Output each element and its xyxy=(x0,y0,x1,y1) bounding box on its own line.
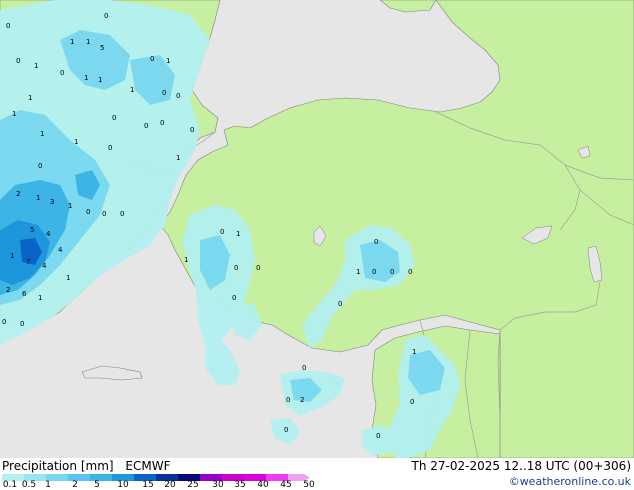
map-title-label: Precipitation [mm] xyxy=(2,459,114,473)
legend-tick-label: 2 xyxy=(72,480,78,490)
precip-value: 0 xyxy=(160,119,164,127)
precip-value: 0 xyxy=(20,320,24,328)
precip-value: 1 xyxy=(66,274,70,282)
legend-tick-label: 20 xyxy=(164,480,176,490)
precip-value: 0 xyxy=(410,398,414,406)
legend-tick-label: 10 xyxy=(117,480,129,490)
precip-value: 0 xyxy=(120,210,124,218)
legend-tick-label: 15 xyxy=(142,480,154,490)
precip-value: 0 xyxy=(390,268,394,276)
precip-value: 1 xyxy=(10,252,14,260)
precip-value: 0 xyxy=(176,92,180,100)
precip-value: 1 xyxy=(356,268,360,276)
legend-tick-label: 5 xyxy=(94,480,100,490)
precip-value: 1 xyxy=(70,38,74,46)
credit-link[interactable]: ©weatheronline.co.uk xyxy=(509,475,631,488)
precip-value: 0 xyxy=(6,22,10,30)
legend-tick-label: 0.1 xyxy=(2,480,18,490)
precip-value: 4 xyxy=(46,230,51,238)
precip-value: 3 xyxy=(50,198,54,206)
precip-value: 0 xyxy=(86,208,90,216)
precip-value: 1 xyxy=(68,202,72,210)
precip-value: 1 xyxy=(166,57,170,65)
precipitation-map-widget: 0 1 1 0 5 0 1 0 1 1 1 0 1 0 0 1 0 1 1 1 … xyxy=(0,0,634,490)
precip-value: 1 xyxy=(28,94,32,102)
precip-value: 0 xyxy=(104,12,108,20)
precipitation-map: 0 1 1 0 5 0 1 0 1 1 1 0 1 0 0 1 0 1 1 1 … xyxy=(0,0,634,458)
precip-value: 1 xyxy=(184,256,188,264)
valid-time: Th 27-02-2025 12..18 UTC (00+306) xyxy=(411,459,631,473)
precip-value: 1 xyxy=(40,130,44,138)
precip-value: 0 xyxy=(302,364,306,372)
precip-value: 6 xyxy=(22,290,27,298)
precip-value: 0 xyxy=(220,228,224,236)
precip-value: 1 xyxy=(34,62,38,70)
precip-value: 1 xyxy=(36,194,40,202)
legend-tick-label: 35 xyxy=(234,480,246,490)
precip-value: 0 xyxy=(150,55,154,63)
precip-value: 0 xyxy=(232,294,236,302)
precip-value: 0 xyxy=(338,300,342,308)
legend-tick-label: 1 xyxy=(45,480,51,490)
precip-value: 0 xyxy=(162,89,166,97)
precip-value: 1 xyxy=(236,230,240,238)
precip-value: 0 xyxy=(256,264,260,272)
precip-value: 1 xyxy=(12,110,16,118)
precip-value: 0 xyxy=(374,238,378,246)
precip-value: 1 xyxy=(98,76,102,84)
legend-tick-label: 40 xyxy=(257,480,269,490)
precip-value: 0 xyxy=(372,268,376,276)
precip-value: 0 xyxy=(286,396,290,404)
precip-value: 0 xyxy=(108,144,112,152)
legend-tick-label: 0.5 xyxy=(21,480,37,490)
legend-tick-label: 50 xyxy=(303,480,315,490)
precip-value: 2 xyxy=(16,190,20,198)
precip-value: 1 xyxy=(176,154,180,162)
precip-value: 5 xyxy=(30,226,34,234)
model-name: ECMWF xyxy=(125,459,171,473)
precip-value: 0 xyxy=(60,69,64,77)
precip-value: 4 xyxy=(42,262,47,270)
precip-value: 0 xyxy=(190,126,194,134)
precip-value: 0 xyxy=(2,318,6,326)
legend-tick-label: 25 xyxy=(187,480,199,490)
precip-value: 2 xyxy=(300,396,304,404)
precip-legend-labels: 0.1 0.5 1 2 5 10 15 20 25 30 35 40 45 50 xyxy=(0,480,330,490)
precip-value: 2 xyxy=(6,286,10,294)
precip-value: 0 xyxy=(102,210,106,218)
legend-tick-label: 45 xyxy=(280,480,292,490)
precip-value: 7 xyxy=(26,258,30,266)
precip-value: 0 xyxy=(38,162,42,170)
precip-value: 0 xyxy=(284,426,288,434)
precip-value: 0 xyxy=(16,57,20,65)
precip-value: 1 xyxy=(38,294,42,302)
map-footer: Precipitation [mm] ECMWF Th 27-02-2025 1… xyxy=(0,458,634,490)
precip-value: 0 xyxy=(376,432,380,440)
precip-value: 1 xyxy=(84,74,88,82)
precip-value: 1 xyxy=(74,138,78,146)
precip-value: 1 xyxy=(86,38,90,46)
precip-value: 0 xyxy=(408,268,412,276)
precip-value: 0 xyxy=(144,122,148,130)
precip-value: 1 xyxy=(130,86,134,94)
precip-value: 0 xyxy=(234,264,238,272)
precip-value: 4 xyxy=(58,246,63,254)
map-title: Precipitation [mm] ECMWF xyxy=(2,459,178,473)
precip-value: 0 xyxy=(112,114,116,122)
legend-tick-label: 30 xyxy=(212,480,224,490)
precip-value: 1 xyxy=(412,348,416,356)
precip-value: 5 xyxy=(100,44,104,52)
